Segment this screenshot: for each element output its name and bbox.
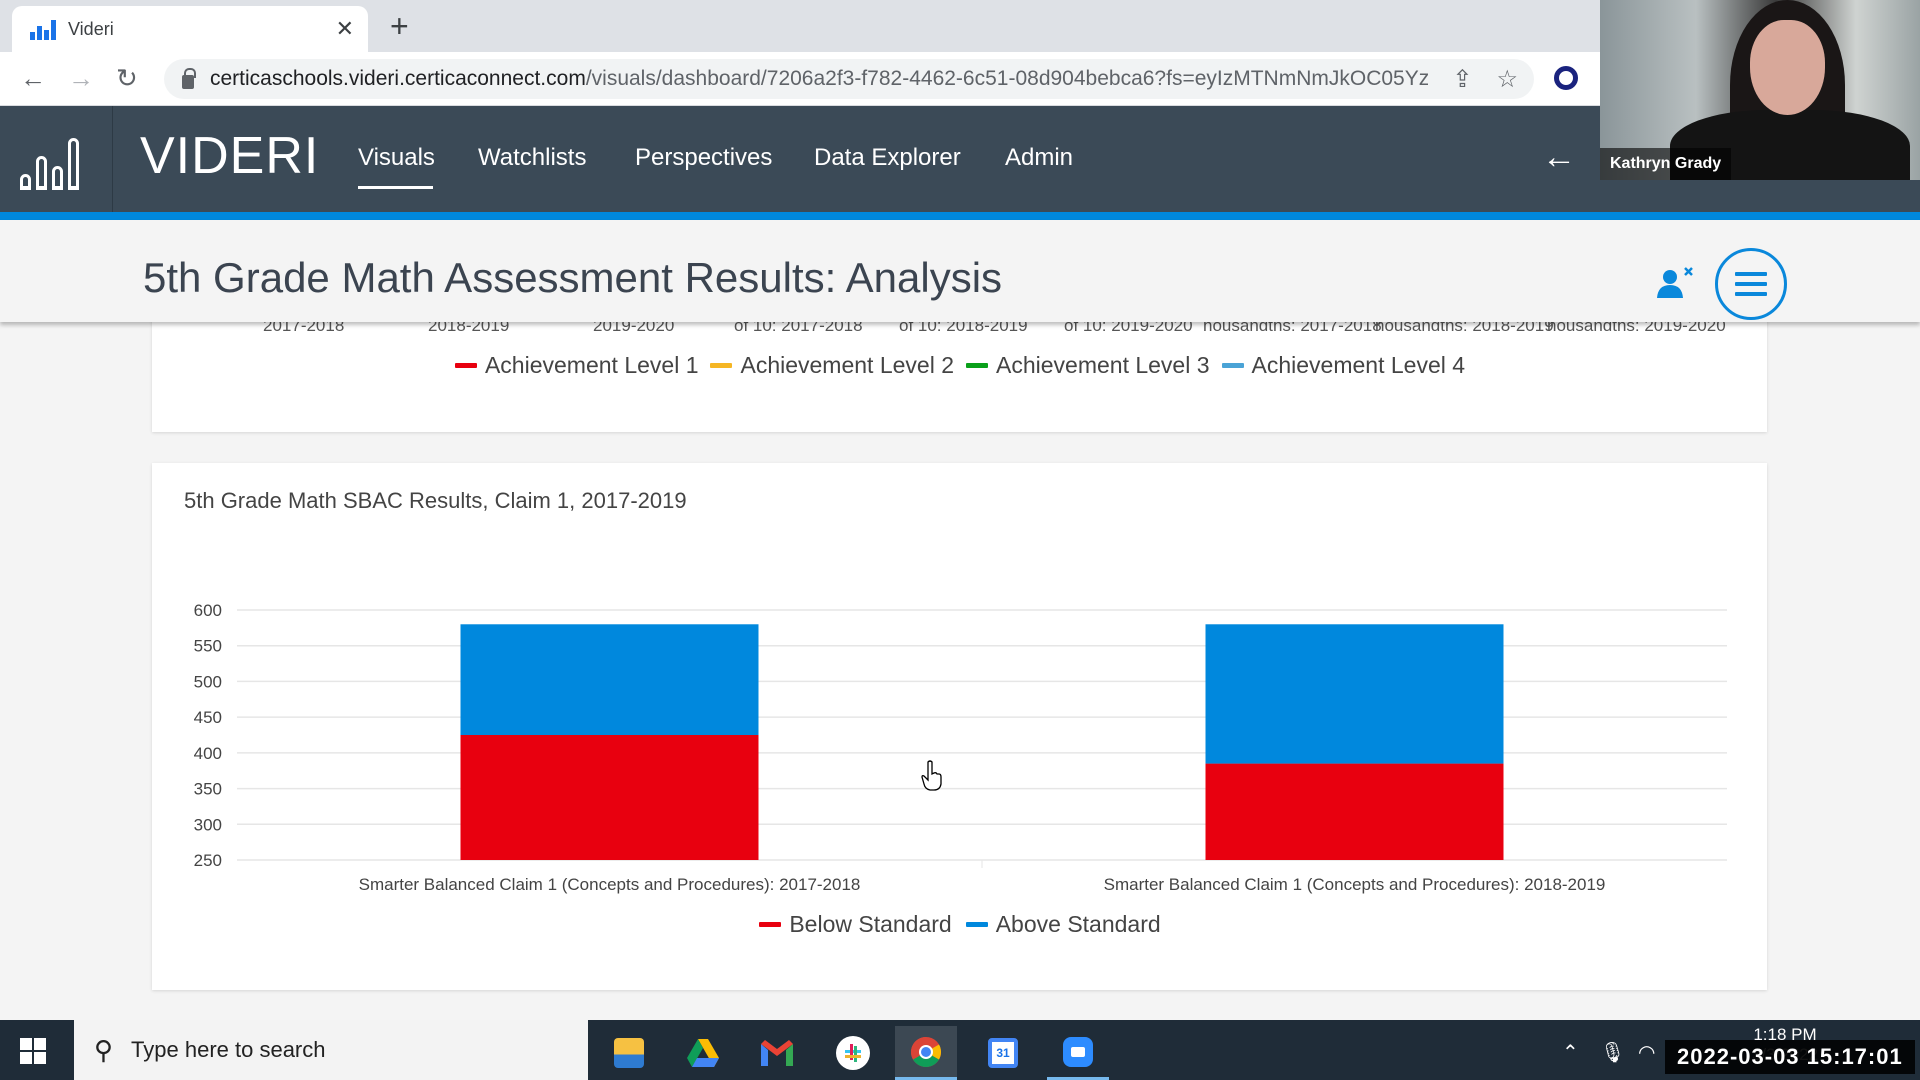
zoom-icon [1063, 1036, 1093, 1067]
legend-swatch [454, 363, 477, 368]
brand-name[interactable]: VIDERI [140, 126, 319, 186]
gmail-icon [761, 1040, 793, 1066]
y-tick-label: 250 [194, 851, 222, 870]
legend-swatch [1221, 363, 1244, 368]
legend-label: Achievement Level 3 [996, 352, 1210, 378]
legend-label: Achievement Level 1 [484, 352, 699, 378]
star-bookmark-icon[interactable]: ☆ [1496, 65, 1518, 94]
reload-icon[interactable]: ↻ [116, 62, 138, 94]
videri-favicon-icon [30, 18, 56, 40]
user-remove-icon[interactable] [1656, 266, 1696, 300]
windows-start-icon[interactable] [20, 1038, 46, 1064]
back-arrow-icon[interactable]: ← [1542, 138, 1576, 177]
chart1-legend: Achievement Level 1 Achievement Level 2 … [0, 352, 1920, 379]
forward-icon[interactable]: → [68, 62, 94, 94]
legend-item-below-standard[interactable]: Below Standard [759, 911, 952, 938]
accent-stripe [0, 212, 1920, 220]
y-tick-label: 450 [194, 708, 222, 727]
recording-timestamp: 2022-03-03 15:17:01 [1665, 1040, 1915, 1074]
extension-circle-icon[interactable] [1554, 66, 1578, 90]
page-title: 5th Grade Math Assessment Results: Analy… [143, 254, 1003, 301]
nav-perspectives[interactable]: Perspectives [635, 144, 772, 172]
close-tab-icon[interactable]: ✕ [336, 16, 354, 42]
taskbar-chrome[interactable] [895, 1026, 957, 1080]
legend-label: Achievement Level 4 [1251, 352, 1466, 378]
videri-logo-icon[interactable] [20, 128, 90, 190]
y-tick-label: 600 [194, 601, 222, 620]
menu-bar [1735, 282, 1767, 286]
url-text[interactable]: certicaschools.videri.certicaconnect.com… [210, 67, 1428, 91]
url-host: certicaschools.videri.certicaconnect.com [210, 67, 586, 90]
taskbar-gmail[interactable] [746, 1026, 808, 1080]
search-placeholder: Type here to search [131, 1037, 326, 1062]
legend-swatch [965, 922, 988, 927]
search-icon: ⚲ [94, 1034, 114, 1065]
chrome-icon [910, 1036, 942, 1067]
bar-segment[interactable] [1205, 624, 1504, 764]
hamburger-menu-button[interactable] [1715, 248, 1787, 320]
lock-icon [182, 68, 196, 89]
bar-segment[interactable] [1205, 763, 1504, 860]
taskbar-search-box[interactable]: ⚲ Type here to search [74, 1020, 588, 1080]
calendar-icon: 31 [988, 1038, 1018, 1068]
legend-item-level-2[interactable]: Achievement Level 2 [710, 352, 954, 379]
nav-data-explorer[interactable]: Data Explorer [814, 144, 961, 172]
menu-bar [1735, 272, 1767, 276]
slack-icon [836, 1036, 870, 1070]
y-tick-label: 400 [194, 744, 222, 763]
taskbar-google-drive[interactable] [672, 1026, 734, 1080]
taskbar-file-explorer[interactable] [598, 1026, 660, 1080]
legend-label: Achievement Level 2 [740, 352, 954, 378]
bar-segment[interactable] [460, 624, 759, 735]
menu-bar [1735, 292, 1767, 296]
share-icon[interactable]: ⇪ [1452, 65, 1472, 94]
legend-swatch [966, 363, 988, 368]
y-tick-label: 500 [194, 672, 222, 691]
legend-item-level-3[interactable]: Achievement Level 3 [966, 352, 1210, 379]
tray-overflow-icon[interactable]: ⌃ [1562, 1040, 1579, 1065]
legend-label: Below Standard [789, 911, 952, 937]
navbar-divider [112, 106, 113, 212]
y-tick-label: 550 [194, 637, 222, 656]
active-nav-indicator [358, 186, 433, 189]
y-tick-label: 300 [194, 815, 222, 834]
x-category-label: Smarter Balanced Claim 1 (Concepts and P… [1104, 875, 1606, 894]
tab-title: Videri [68, 18, 114, 39]
participant-name: Kathryn Grady [1600, 148, 1732, 180]
new-tab-icon[interactable]: + [390, 8, 409, 44]
taskbar-slack[interactable] [822, 1026, 884, 1080]
bar-segment[interactable] [460, 735, 759, 860]
x-category-label: Smarter Balanced Claim 1 (Concepts and P… [359, 875, 861, 894]
nav-visuals[interactable]: Visuals [358, 144, 435, 172]
url-path: /visuals/dashboard/7206a2f3-f782-4462-6c… [585, 67, 1429, 90]
nav-admin[interactable]: Admin [1005, 144, 1073, 172]
google-drive-icon [687, 1039, 719, 1067]
chart2-legend: Below Standard Above Standard [0, 911, 1920, 938]
legend-item-level-1[interactable]: Achievement Level 1 [454, 352, 699, 379]
hand-cursor-icon [921, 760, 942, 791]
legend-swatch [759, 922, 782, 927]
nav-watchlists[interactable]: Watchlists [478, 144, 586, 172]
legend-item-level-4[interactable]: Achievement Level 4 [1221, 352, 1466, 379]
folder-icon [614, 1038, 644, 1068]
browser-tab[interactable]: Videri ✕ [12, 6, 368, 52]
address-bar[interactable]: certicaschools.videri.certicaconnect.com… [164, 59, 1534, 99]
microphone-icon[interactable]: 🎙 [1600, 1040, 1625, 1065]
taskbar-zoom[interactable] [1047, 1026, 1109, 1080]
taskbar-google-calendar[interactable]: 31 [972, 1026, 1034, 1080]
legend-swatch [710, 363, 733, 368]
back-icon[interactable]: ← [20, 62, 46, 94]
legend-item-above-standard[interactable]: Above Standard [965, 911, 1161, 938]
legend-label: Above Standard [995, 911, 1161, 937]
y-tick-label: 350 [194, 780, 222, 799]
wifi-icon[interactable]: ◠ [1638, 1040, 1655, 1065]
